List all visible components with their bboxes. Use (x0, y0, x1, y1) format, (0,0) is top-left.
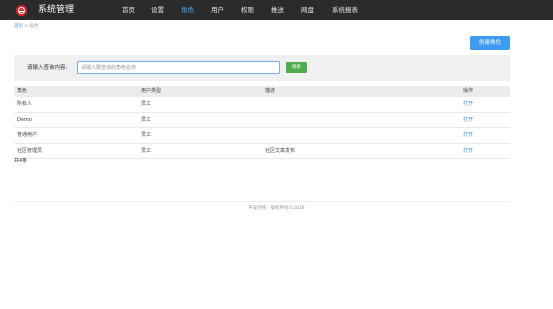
table-row: 普通用户 员工 打开 (14, 128, 510, 144)
search-label: 请输入查询内容: (27, 65, 68, 71)
open-link[interactable]: 打开 (463, 132, 473, 139)
nav-item-settings[interactable]: 设置 (151, 6, 164, 15)
nav-item-home[interactable]: 首页 (122, 6, 135, 15)
app-title: 系统管理 (38, 5, 75, 15)
nav-item-reports[interactable]: 系统报表 (332, 6, 358, 15)
table-row: 社区管理员 员工 社区文章发布 打开 (14, 144, 510, 159)
nav-item-users[interactable]: 用户 (211, 6, 224, 15)
user-type-cell: 员工 (141, 132, 152, 138)
total-count: 共4条 (14, 158, 28, 164)
search-input[interactable] (77, 61, 280, 74)
top-navbar: 系统管理 首页 设置 角色 用户 权限 推送 网盘 系统报表 (0, 0, 553, 20)
search-panel: 请输入查询内容: 搜索 (14, 55, 510, 81)
description-cell: 社区文章发布 (265, 147, 296, 154)
nav-item-roles[interactable]: 角色 (181, 6, 194, 15)
user-type-cell: 员工 (141, 147, 152, 154)
breadcrumb-home[interactable]: 首页 (14, 24, 23, 29)
open-link[interactable]: 打开 (463, 148, 473, 155)
breadcrumb: 首页 > 角色 (14, 24, 39, 30)
create-role-button[interactable]: 创建角色 (470, 36, 510, 50)
user-type-cell: 员工 (141, 101, 152, 107)
breadcrumb-separator: > (24, 24, 29, 29)
breadcrumb-current: 角色 (29, 24, 39, 29)
role-name-cell: 社区管理员 (17, 147, 43, 154)
nav-item-netdisk[interactable]: 网盘 (301, 6, 314, 15)
column-header-actions: 操作 (463, 88, 474, 94)
brand-logo-icon (16, 5, 27, 16)
table-row: 所有人 员工 打开 (14, 97, 510, 113)
footer-copyright: 平安地铁 · 版权所有©2018 (248, 206, 305, 211)
column-header-user-type: 用户类型 (141, 88, 162, 94)
footer-divider (14, 201, 510, 202)
table-row: Demo 员工 打开 (14, 113, 510, 128)
role-name-cell: Demo (17, 116, 32, 123)
column-header-role: 角色 (17, 88, 28, 94)
open-link[interactable]: 打开 (463, 101, 473, 108)
table-header: 角色 用户类型 描述 操作 (14, 86, 510, 97)
open-link[interactable]: 打开 (463, 117, 473, 124)
column-header-description: 描述 (265, 88, 276, 94)
user-type-cell: 员工 (141, 116, 152, 123)
roles-table: 角色 用户类型 描述 操作 所有人 员工 打开 Demo 员工 打开 普通用户 … (14, 86, 510, 159)
nav-item-permissions[interactable]: 权限 (241, 6, 254, 15)
search-button[interactable]: 搜索 (286, 62, 307, 73)
role-name-cell: 普通用户 (17, 132, 38, 138)
role-name-cell: 所有人 (17, 101, 33, 107)
nav-item-push[interactable]: 推送 (271, 6, 284, 15)
